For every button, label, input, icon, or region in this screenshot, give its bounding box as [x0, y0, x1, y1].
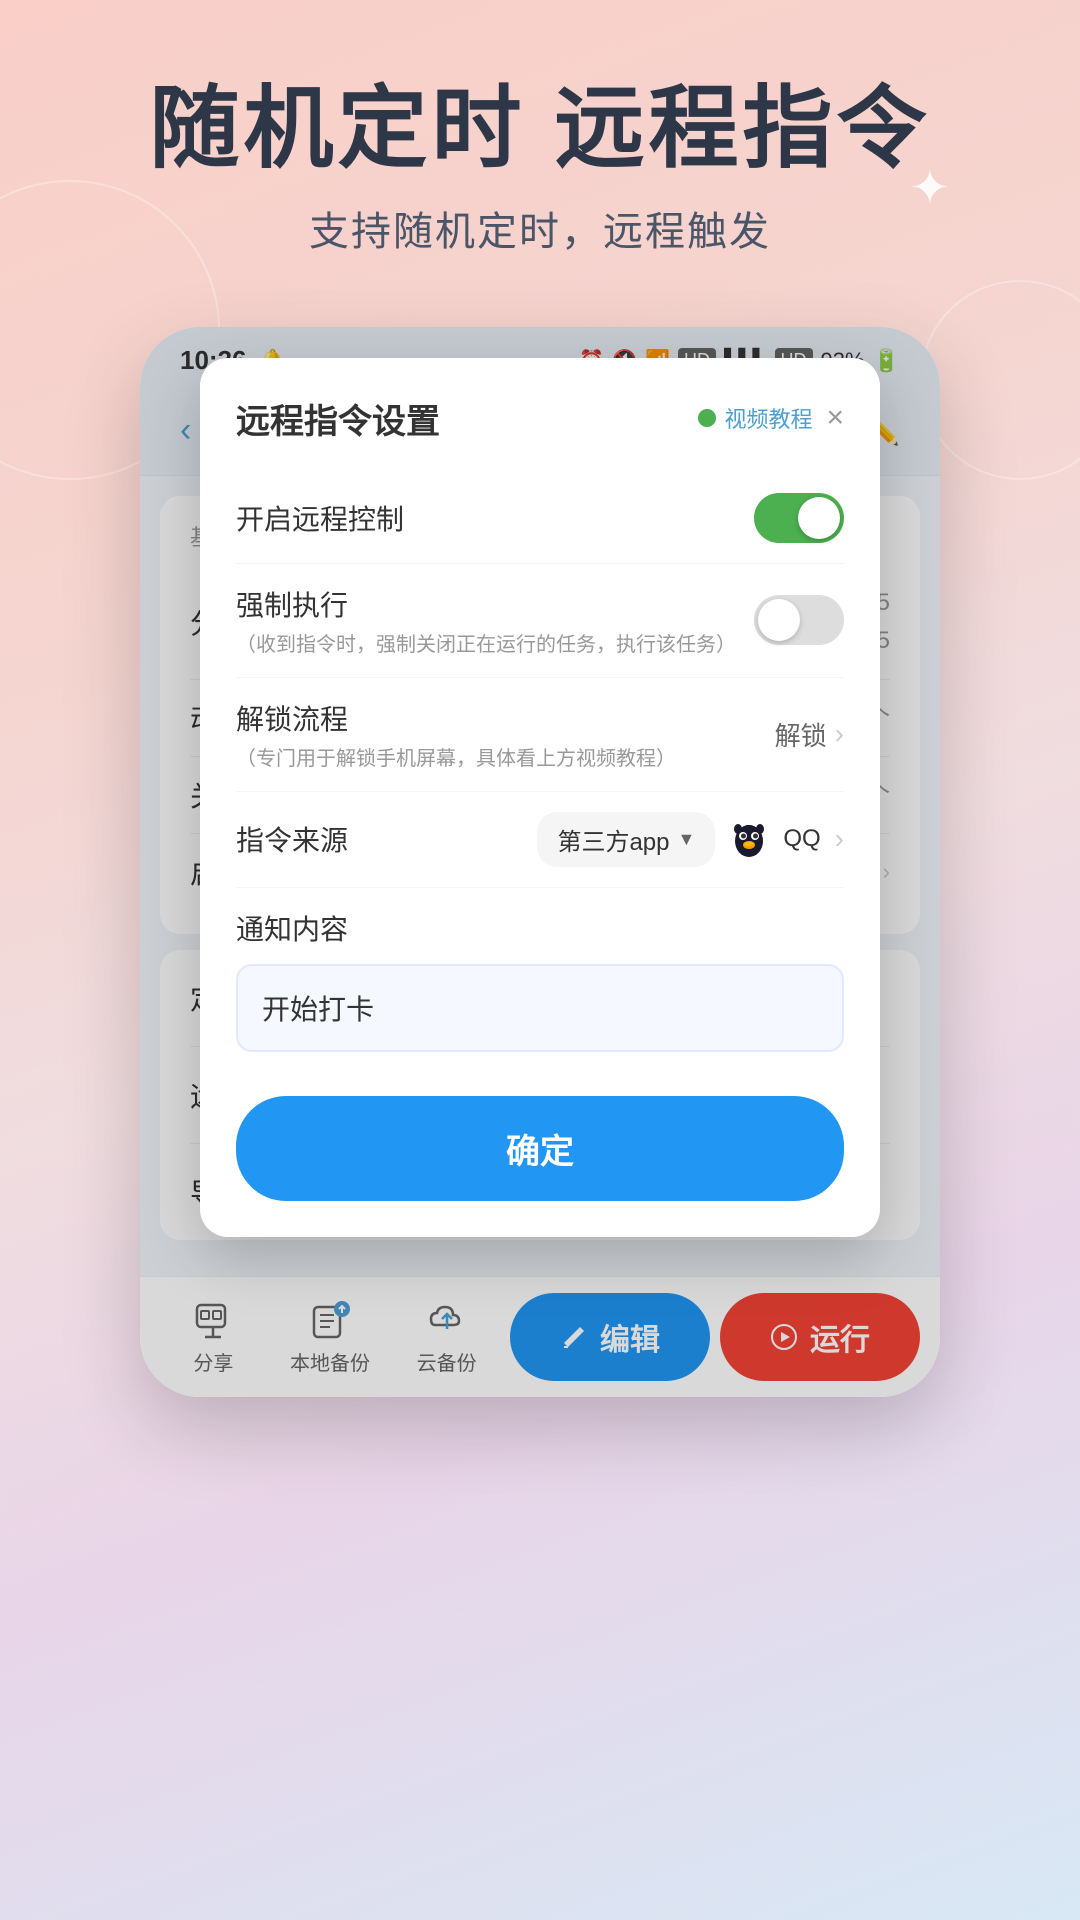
unlock-flow-value: 解锁 ›: [775, 716, 844, 753]
force-exec-sublabel: （收到指令时，强制关闭正在运行的任务，执行该任务）: [236, 628, 736, 657]
video-tutorial-label: 视频教程: [724, 402, 812, 434]
dropdown-arrow-icon: ▼: [678, 829, 696, 850]
enable-remote-label: 开启远程控制: [236, 498, 404, 538]
hero-title: 随机定时 远程指令: [40, 80, 1040, 179]
force-exec-toggle[interactable]: [754, 595, 844, 645]
command-source-row: 指令来源 第三方app ▼: [236, 792, 844, 888]
source-chevron: ›: [835, 823, 844, 855]
unlock-chevron: ›: [835, 718, 844, 750]
unlock-text: 解锁: [775, 716, 827, 753]
command-source-right: 第三方app ▼ QQ ›: [537, 812, 844, 867]
video-tutorial-link[interactable]: 视频教程: [698, 402, 812, 434]
dialog-header-right: 视频教程 ×: [698, 401, 844, 435]
qq-icon: [729, 819, 769, 859]
force-exec-toggle-knob: [758, 599, 800, 641]
remote-dialog: 远程指令设置 视频教程 × 开启远程控制 强制执行 （收到指令时，强制关闭正在运…: [200, 358, 880, 1237]
dialog-header: 远程指令设置 视频教程 ×: [236, 394, 844, 443]
command-source-label: 指令来源: [236, 819, 348, 859]
hero-subtitle: 支持随机定时，远程触发: [40, 199, 1040, 257]
hero-section: 随机定时 远程指令 支持随机定时，远程触发: [0, 0, 1080, 297]
notification-value: 开始打卡: [262, 994, 374, 1025]
unlock-flow-sublabel: （专门用于解锁手机屏幕，具体看上方视频教程）: [236, 742, 676, 771]
qq-platform-label: QQ: [783, 825, 820, 853]
source-type-value: 第三方app: [557, 822, 669, 857]
unlock-flow-row[interactable]: 解锁流程 （专门用于解锁手机屏幕，具体看上方视频教程） 解锁 ›: [236, 678, 844, 792]
dialog-close-button[interactable]: ×: [826, 401, 844, 435]
notification-input[interactable]: 开始打卡: [236, 964, 844, 1052]
source-type-dropdown[interactable]: 第三方app ▼: [537, 812, 715, 867]
phone-mockup: 10:36 🔔 ⏰ 🔇 📶 HD ▌▌▌ HD 93% 🔋 ‹ 自动测试 ✏️ …: [140, 327, 940, 1397]
notification-section: 通知内容 开始打卡: [236, 888, 844, 1072]
notification-label: 通知内容: [236, 908, 844, 948]
enable-remote-row: 开启远程控制: [236, 473, 844, 564]
toggle-knob: [798, 497, 840, 539]
dialog-title: 远程指令设置: [236, 394, 440, 443]
force-exec-label-group: 强制执行 （收到指令时，强制关闭正在运行的任务，执行该任务）: [236, 584, 736, 657]
force-exec-row: 强制执行 （收到指令时，强制关闭正在运行的任务，执行该任务）: [236, 564, 844, 678]
unlock-flow-label: 解锁流程: [236, 698, 676, 738]
green-dot-icon: [698, 409, 716, 427]
unlock-flow-label-group: 解锁流程 （专门用于解锁手机屏幕，具体看上方视频教程）: [236, 698, 676, 771]
force-exec-label: 强制执行: [236, 584, 736, 624]
enable-remote-toggle[interactable]: [754, 493, 844, 543]
confirm-button[interactable]: 确定: [236, 1096, 844, 1201]
